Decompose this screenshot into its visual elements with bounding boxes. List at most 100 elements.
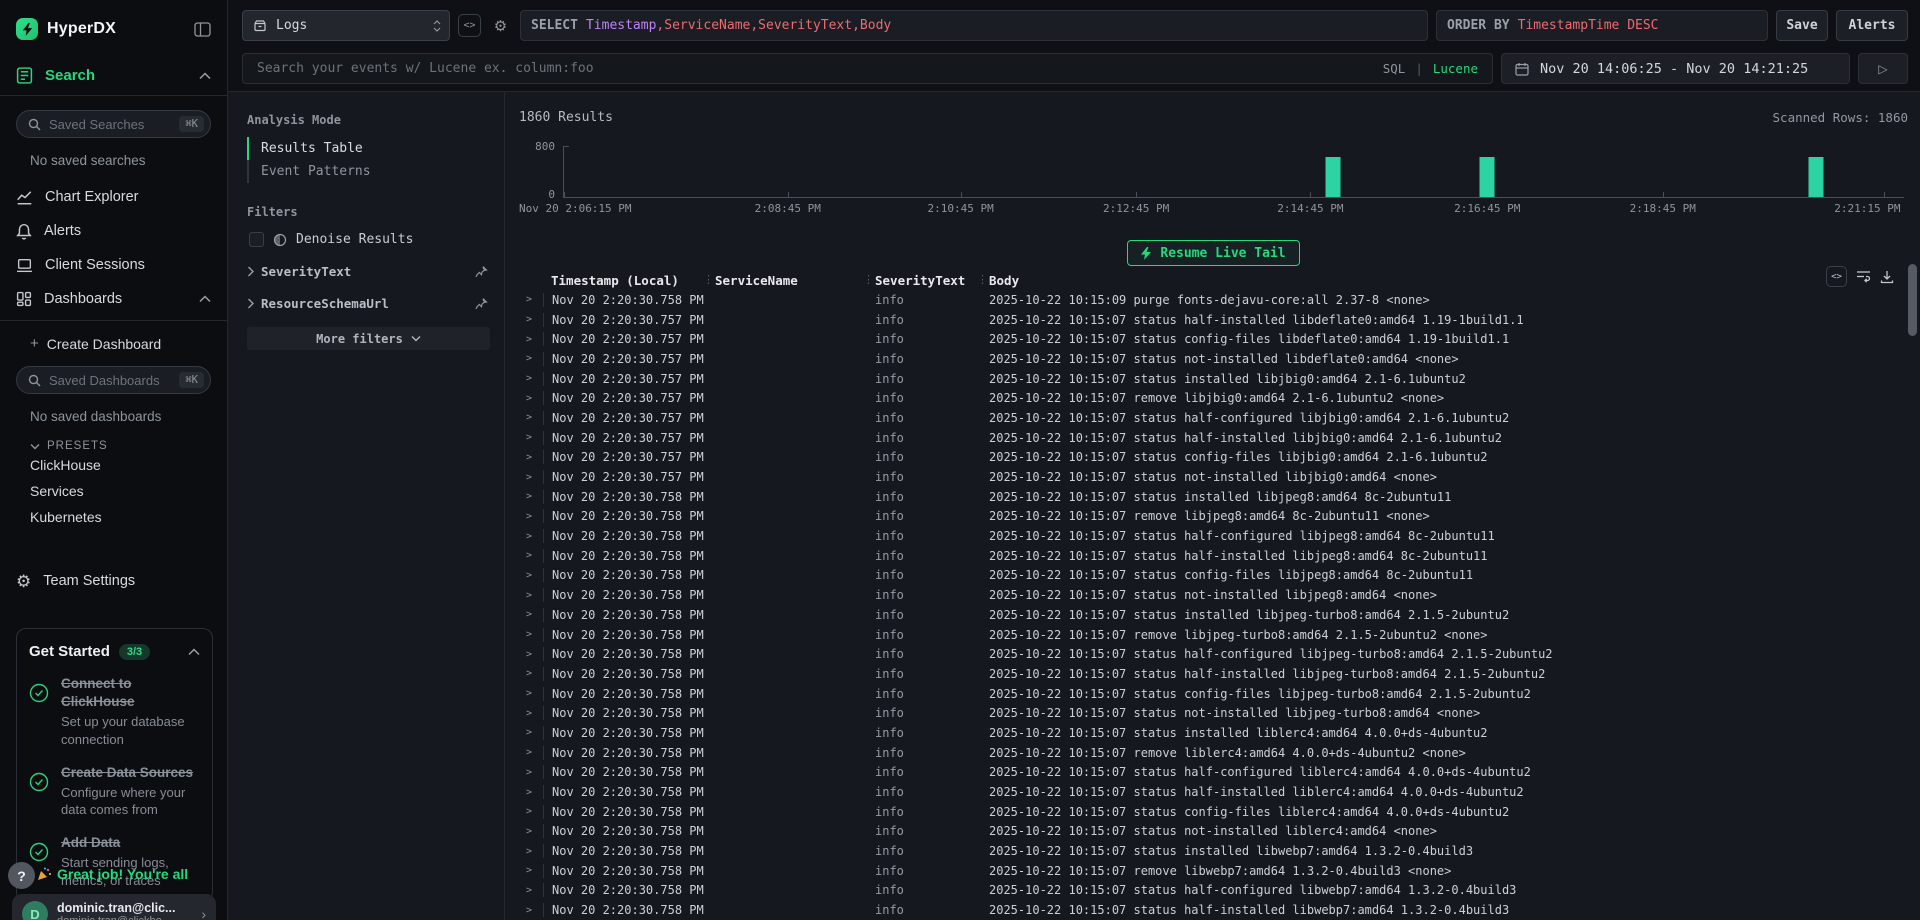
table-row[interactable]: >Nov 20 2:20:30.757 PMinfo2025-10-22 10:…: [519, 388, 1908, 408]
order-by-input[interactable]: ORDER BY TimestampTime DESC: [1436, 10, 1768, 41]
row-expand-chevron-icon[interactable]: >: [519, 353, 543, 364]
table-row[interactable]: >Nov 20 2:20:30.758 PMinfo2025-10-22 10:…: [519, 585, 1908, 605]
column-resize-handle[interactable]: ⋮: [703, 273, 714, 286]
row-expand-chevron-icon[interactable]: >: [519, 531, 543, 542]
sidebar-item-dashboards[interactable]: Dashboards: [0, 282, 227, 316]
row-expand-chevron-icon[interactable]: >: [519, 826, 543, 837]
table-row[interactable]: >Nov 20 2:20:30.758 PMinfo2025-10-22 10:…: [519, 684, 1908, 704]
sidebar-item-client-sessions[interactable]: Client Sessions: [0, 248, 227, 282]
denoise-results-option[interactable]: Denoise Results: [247, 232, 488, 247]
histogram-bar[interactable]: [1808, 157, 1823, 197]
table-row[interactable]: >Nov 20 2:20:30.758 PMinfo2025-10-22 10:…: [519, 546, 1908, 566]
table-row[interactable]: >Nov 20 2:20:30.758 PMinfo2025-10-22 10:…: [519, 526, 1908, 546]
column-header-severitytext[interactable]: SeverityText: [867, 273, 981, 288]
table-row[interactable]: >Nov 20 2:20:30.758 PMinfo2025-10-22 10:…: [519, 782, 1908, 802]
table-row[interactable]: >Nov 20 2:20:30.757 PMinfo2025-10-22 10:…: [519, 369, 1908, 389]
table-row[interactable]: >Nov 20 2:20:30.757 PMinfo2025-10-22 10:…: [519, 349, 1908, 369]
table-row[interactable]: >Nov 20 2:20:30.758 PMinfo2025-10-22 10:…: [519, 841, 1908, 861]
histogram-bar[interactable]: [1480, 157, 1495, 197]
table-row[interactable]: >Nov 20 2:20:30.758 PMinfo2025-10-22 10:…: [519, 743, 1908, 763]
table-row[interactable]: >Nov 20 2:20:30.758 PMinfo2025-10-22 10:…: [519, 861, 1908, 881]
get-started-step[interactable]: Create Data Sources Configure where your…: [29, 764, 200, 819]
row-expand-chevron-icon[interactable]: >: [519, 294, 543, 305]
presets-header[interactable]: PRESETS: [0, 424, 227, 452]
table-row[interactable]: >Nov 20 2:20:30.758 PMinfo2025-10-22 10:…: [519, 644, 1908, 664]
row-expand-chevron-icon[interactable]: >: [519, 865, 543, 876]
save-button[interactable]: Save: [1776, 10, 1828, 41]
table-row[interactable]: >Nov 20 2:20:30.758 PMinfo2025-10-22 10:…: [519, 290, 1908, 310]
mode-results-table[interactable]: Results Table: [247, 137, 488, 160]
pin-icon[interactable]: [475, 297, 488, 310]
row-expand-chevron-icon[interactable]: >: [519, 452, 543, 463]
row-expand-chevron-icon[interactable]: >: [519, 472, 543, 483]
table-row[interactable]: >Nov 20 2:20:30.757 PMinfo2025-10-22 10:…: [519, 467, 1908, 487]
table-row[interactable]: >Nov 20 2:20:30.758 PMinfo2025-10-22 10:…: [519, 664, 1908, 684]
table-row[interactable]: >Nov 20 2:20:30.757 PMinfo2025-10-22 10:…: [519, 408, 1908, 428]
preset-item-services[interactable]: Services: [0, 478, 227, 504]
table-row[interactable]: >Nov 20 2:20:30.758 PMinfo2025-10-22 10:…: [519, 822, 1908, 842]
table-row[interactable]: >Nov 20 2:20:30.758 PMinfo2025-10-22 10:…: [519, 763, 1908, 783]
sidebar-collapse-icon[interactable]: [194, 22, 211, 37]
row-expand-chevron-icon[interactable]: >: [519, 629, 543, 640]
query-settings-gear-icon[interactable]: ⚙: [489, 14, 512, 37]
table-row[interactable]: >Nov 20 2:20:30.758 PMinfo2025-10-22 10:…: [519, 487, 1908, 507]
row-expand-chevron-icon[interactable]: >: [519, 373, 543, 384]
column-resize-handle[interactable]: ⋮: [863, 273, 874, 286]
user-menu[interactable]: D dominic.tran@clic... dominic.tran@clic…: [12, 894, 216, 920]
saved-searches-input[interactable]: Saved Searches ⌘K: [16, 110, 211, 138]
row-expand-chevron-icon[interactable]: >: [519, 590, 543, 601]
run-query-button[interactable]: ▷: [1858, 53, 1908, 84]
alerts-button[interactable]: Alerts: [1836, 10, 1908, 41]
filter-group-severitytext[interactable]: SeverityText: [247, 264, 488, 279]
table-row[interactable]: >Nov 20 2:20:30.758 PMinfo2025-10-22 10:…: [519, 566, 1908, 586]
table-row[interactable]: >Nov 20 2:20:30.758 PMinfo2025-10-22 10:…: [519, 802, 1908, 822]
more-filters-button[interactable]: More filters: [247, 327, 490, 350]
row-expand-chevron-icon[interactable]: >: [519, 412, 543, 423]
table-row[interactable]: >Nov 20 2:20:30.758 PMinfo2025-10-22 10:…: [519, 507, 1908, 527]
pin-icon[interactable]: [475, 265, 488, 278]
denoise-checkbox[interactable]: [249, 232, 264, 247]
table-row[interactable]: >Nov 20 2:20:30.757 PMinfo2025-10-22 10:…: [519, 428, 1908, 448]
row-expand-chevron-icon[interactable]: >: [519, 609, 543, 620]
sidebar-item-alerts[interactable]: Alerts: [0, 214, 227, 248]
chevron-up-icon[interactable]: [188, 648, 200, 656]
histogram-bar[interactable]: [1326, 157, 1341, 197]
row-expand-chevron-icon[interactable]: >: [519, 806, 543, 817]
sidebar-item-search[interactable]: Search: [0, 56, 227, 96]
column-header-timestamp[interactable]: Timestamp (Local): [543, 273, 707, 288]
select-query-input[interactable]: SELECT Timestamp,ServiceName,SeverityTex…: [520, 10, 1428, 41]
row-expand-chevron-icon[interactable]: >: [519, 393, 543, 404]
row-expand-chevron-icon[interactable]: >: [519, 787, 543, 798]
mode-event-patterns[interactable]: Event Patterns: [247, 160, 488, 183]
table-row[interactable]: >Nov 20 2:20:30.758 PMinfo2025-10-22 10:…: [519, 703, 1908, 723]
preset-item-kubernetes[interactable]: Kubernetes: [0, 504, 227, 530]
table-row[interactable]: >Nov 20 2:20:30.758 PMinfo2025-10-22 10:…: [519, 605, 1908, 625]
row-expand-chevron-icon[interactable]: >: [519, 570, 543, 581]
column-resize-handle[interactable]: ⋮: [977, 273, 988, 286]
row-expand-chevron-icon[interactable]: >: [519, 688, 543, 699]
source-select[interactable]: Logs: [242, 10, 450, 41]
row-expand-chevron-icon[interactable]: >: [519, 885, 543, 896]
row-expand-chevron-icon[interactable]: >: [519, 668, 543, 679]
chevron-up-icon[interactable]: [199, 295, 211, 303]
table-row[interactable]: >Nov 20 2:20:30.758 PMinfo2025-10-22 10:…: [519, 723, 1908, 743]
event-search-input[interactable]: Search your events w/ Lucene ex. column:…: [242, 53, 1493, 84]
row-expand-chevron-icon[interactable]: >: [519, 708, 543, 719]
help-button[interactable]: ?: [8, 862, 35, 889]
row-expand-chevron-icon[interactable]: >: [519, 314, 543, 325]
create-dashboard-button[interactable]: + Create Dashboard: [0, 321, 227, 352]
sql-toggle[interactable]: SQL: [1383, 61, 1406, 76]
resume-live-tail-button[interactable]: Resume Live Tail: [1127, 240, 1299, 266]
row-expand-chevron-icon[interactable]: >: [519, 649, 543, 660]
table-row[interactable]: >Nov 20 2:20:30.758 PMinfo2025-10-22 10:…: [519, 881, 1908, 901]
row-expand-chevron-icon[interactable]: >: [519, 905, 543, 916]
table-scrollbar-thumb[interactable]: [1908, 264, 1917, 336]
sql-code-toggle-icon[interactable]: <>: [458, 14, 481, 37]
row-expand-chevron-icon[interactable]: >: [519, 846, 543, 857]
row-expand-chevron-icon[interactable]: >: [519, 727, 543, 738]
row-expand-chevron-icon[interactable]: >: [519, 550, 543, 561]
filter-group-resourceschemaurl[interactable]: ResourceSchemaUrl: [247, 296, 488, 311]
table-row[interactable]: >Nov 20 2:20:30.757 PMinfo2025-10-22 10:…: [519, 329, 1908, 349]
column-header-body[interactable]: Body: [981, 273, 1908, 288]
preset-item-clickhouse[interactable]: ClickHouse: [0, 452, 227, 478]
